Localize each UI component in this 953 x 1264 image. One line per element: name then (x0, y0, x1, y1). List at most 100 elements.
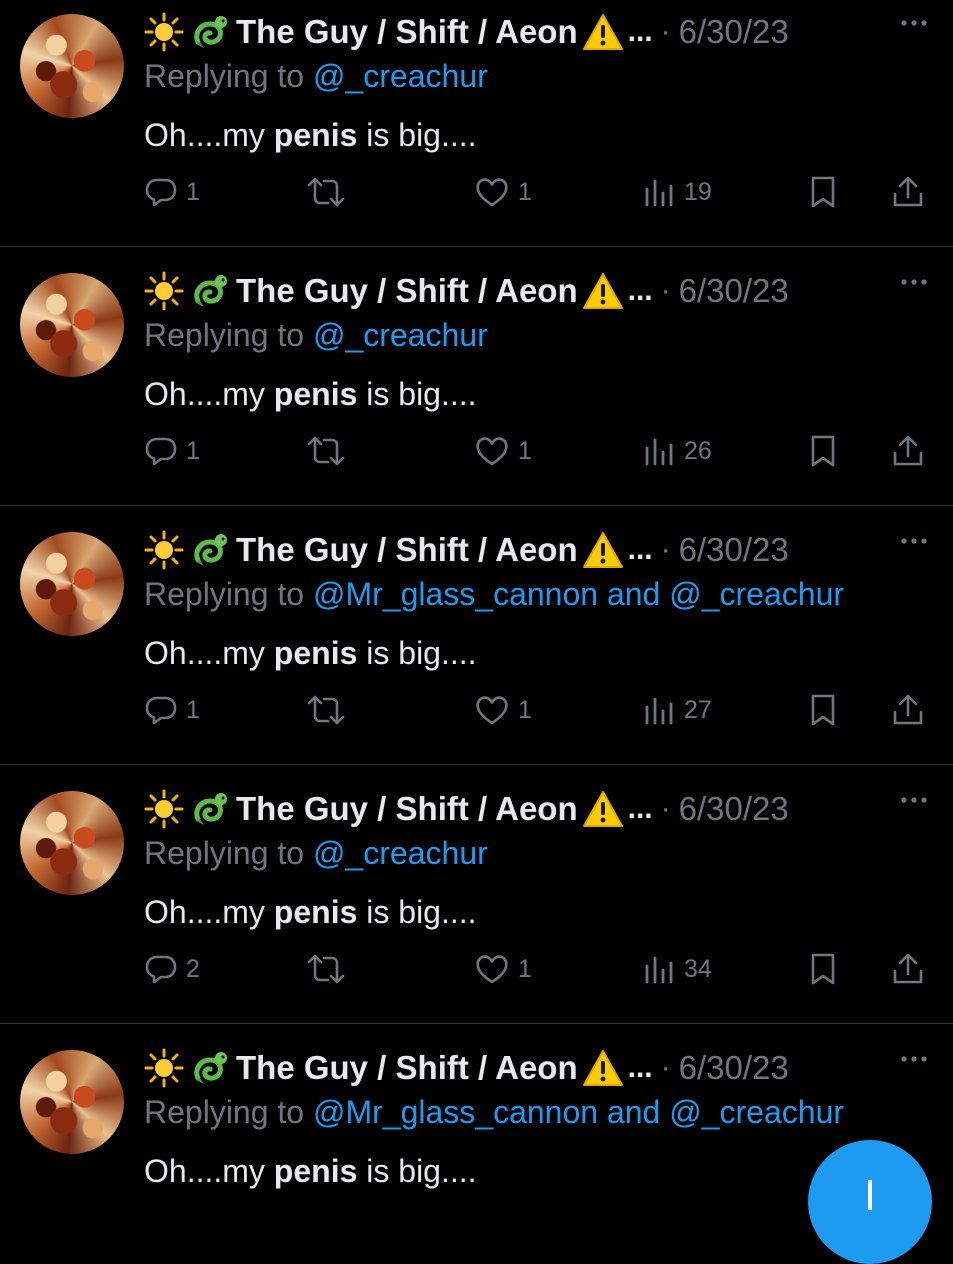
retweet-button[interactable] (306, 172, 346, 212)
divider (0, 246, 953, 247)
analytics-icon (645, 179, 673, 207)
reply-handle[interactable]: @_creachur (669, 1094, 844, 1130)
tweet-date[interactable]: 6/30/23 (679, 1049, 789, 1087)
reply-button[interactable]: 2 (144, 949, 200, 989)
tweet-date[interactable]: 6/30/23 (679, 13, 789, 51)
tweet[interactable]: The Guy / Shift / Aeon ... · 6/30/23 Rep… (0, 259, 953, 518)
sun-emoji-icon (144, 789, 184, 829)
like-button[interactable]: 1 (474, 949, 532, 989)
reply-handle[interactable]: @Mr_glass_cannon (313, 1094, 598, 1130)
reply-button[interactable]: 1 (144, 690, 200, 730)
view-count: 19 (684, 177, 712, 206)
reply-handle[interactable]: @_creachur (313, 58, 488, 94)
display-name[interactable]: The Guy / Shift / Aeon (236, 531, 578, 569)
views-button[interactable]: 34 (642, 949, 712, 989)
like-button[interactable]: 1 (474, 431, 532, 471)
retweet-button[interactable] (306, 690, 346, 730)
tweet-date[interactable]: 6/30/23 (679, 531, 789, 569)
bookmark-icon (811, 176, 835, 208)
tweet-text-bold: penis (273, 635, 358, 671)
display-name[interactable]: The Guy / Shift / Aeon (236, 13, 578, 51)
dragon-emoji-icon (194, 793, 227, 825)
avatar[interactable] (20, 532, 124, 636)
views-button[interactable]: 26 (642, 431, 712, 471)
share-button[interactable] (891, 690, 925, 730)
tweet[interactable]: The Guy / Shift / Aeon ... · 6/30/23 Rep… (0, 518, 953, 777)
tweet-date[interactable]: 6/30/23 (679, 790, 789, 828)
avatar[interactable] (20, 791, 124, 895)
tweet-text: Oh....my penis is big.... (144, 635, 477, 672)
reply-handle[interactable]: @_creachur (313, 317, 488, 353)
tweet-text-part: is big.... (357, 894, 477, 930)
warning-emoji-icon (582, 532, 623, 568)
reply-button[interactable]: 1 (144, 431, 200, 471)
sun-emoji-icon (144, 12, 184, 52)
tweet-date[interactable]: 6/30/23 (679, 272, 789, 310)
tweet-text-part: Oh....my (144, 894, 274, 930)
views-button[interactable]: 19 (642, 172, 712, 212)
display-name[interactable]: The Guy / Shift / Aeon (236, 272, 578, 310)
tweet-header: The Guy / Shift / Aeon ... · 6/30/23 (144, 787, 789, 831)
comment-icon (145, 955, 177, 984)
reply-handle[interactable]: @Mr_glass_cannon (313, 576, 598, 612)
replying-to: Replying to @_creachur (144, 835, 488, 872)
reply-handle[interactable]: @_creachur (669, 576, 844, 612)
name-ellipsis: ... (627, 274, 653, 307)
view-count: 27 (684, 695, 712, 724)
action-bar: 1 1 27 (0, 690, 953, 730)
plus-icon (868, 1180, 872, 1210)
share-button[interactable] (891, 431, 925, 471)
tweet-text: Oh....my penis is big.... (144, 376, 477, 413)
replying-to: Replying to @_creachur (144, 317, 488, 354)
share-button[interactable] (891, 949, 925, 989)
tweet-text-bold: penis (273, 1153, 358, 1189)
reply-button[interactable]: 1 (144, 172, 200, 212)
name-ellipsis: ... (627, 792, 653, 825)
replying-to-label: Replying to (144, 835, 305, 871)
avatar[interactable] (20, 273, 124, 377)
more-icon[interactable] (899, 275, 929, 289)
replying-to: Replying to @Mr_glass_cannon and @_creac… (144, 576, 844, 613)
more-icon[interactable] (899, 1052, 929, 1066)
comment-icon (145, 178, 177, 207)
separator-dot: · (660, 792, 671, 825)
share-button[interactable] (891, 172, 925, 212)
view-count: 26 (684, 436, 712, 465)
display-name[interactable]: The Guy / Shift / Aeon (236, 790, 578, 828)
more-icon[interactable] (899, 534, 929, 548)
bookmark-button[interactable] (806, 690, 840, 730)
tweet-text: Oh....my penis is big.... (144, 1153, 477, 1190)
more-icon[interactable] (899, 16, 929, 30)
sun-emoji-icon (144, 271, 184, 311)
bookmark-button[interactable] (806, 172, 840, 212)
like-button[interactable]: 1 (474, 172, 532, 212)
tweet-text-bold: penis (273, 894, 358, 930)
tweet[interactable]: The Guy / Shift / Aeon ... · 6/30/23 Rep… (0, 1036, 953, 1200)
name-ellipsis: ... (627, 533, 653, 566)
tweet-text-part: Oh....my (144, 376, 274, 412)
share-icon (893, 176, 923, 207)
bookmark-icon (811, 435, 835, 467)
avatar[interactable] (20, 14, 124, 118)
bookmark-icon (811, 694, 835, 726)
reply-and: and (606, 576, 661, 612)
like-button[interactable]: 1 (474, 690, 532, 730)
warning-emoji-icon (582, 273, 623, 309)
retweet-button[interactable] (306, 949, 346, 989)
analytics-icon (645, 956, 673, 984)
compose-button[interactable] (808, 1140, 932, 1264)
tweet[interactable]: The Guy / Shift / Aeon ... · 6/30/23 Rep… (0, 777, 953, 1036)
display-name[interactable]: The Guy / Shift / Aeon (236, 1049, 578, 1087)
retweet-button[interactable] (306, 431, 346, 471)
tweet-header: The Guy / Shift / Aeon ... · 6/30/23 (144, 1046, 789, 1090)
view-count: 34 (684, 954, 712, 983)
views-button[interactable]: 27 (642, 690, 712, 730)
action-bar: 1 1 19 (0, 172, 953, 212)
bookmark-button[interactable] (806, 949, 840, 989)
avatar[interactable] (20, 1050, 124, 1154)
tweet[interactable]: The Guy / Shift / Aeon ... · 6/30/23 Rep… (0, 0, 953, 259)
more-icon[interactable] (899, 793, 929, 807)
reply-handle[interactable]: @_creachur (313, 835, 488, 871)
warning-emoji-icon (582, 14, 623, 50)
bookmark-button[interactable] (806, 431, 840, 471)
